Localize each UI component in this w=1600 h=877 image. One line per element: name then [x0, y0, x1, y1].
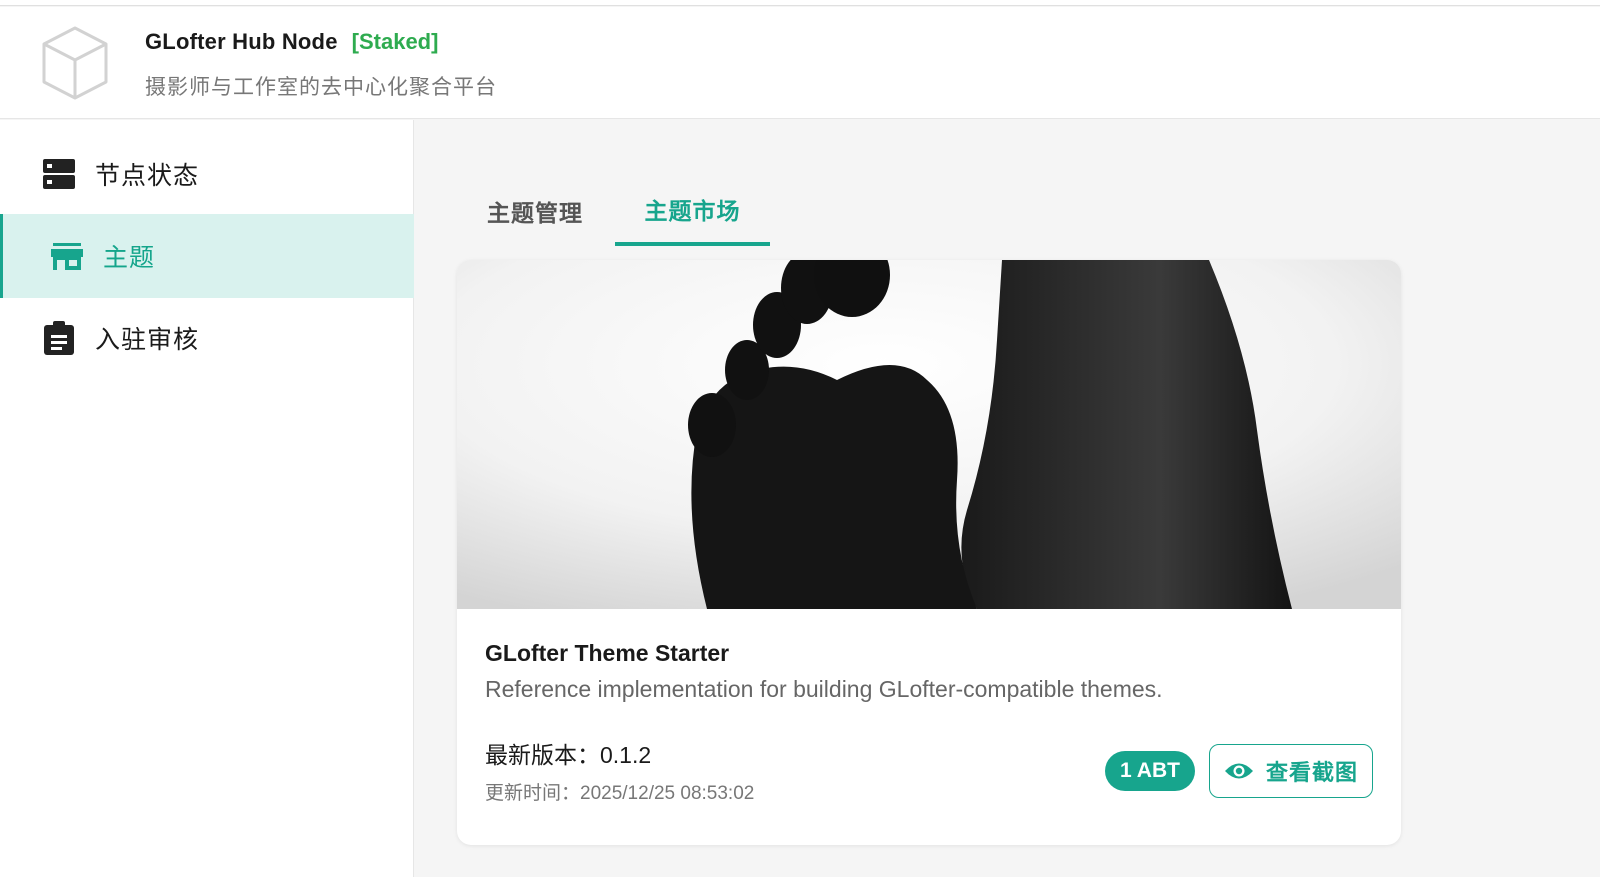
- cube-logo-icon: [42, 26, 108, 100]
- updated-value: 2025/12/25 08:53:02: [580, 783, 755, 804]
- status-badge: [Staked]: [351, 29, 439, 54]
- theme-version: 最新版本：0.1.2: [485, 736, 651, 770]
- app-header: GLofter Hub Node [Staked] 摄影师与工作室的去中心化聚合…: [0, 7, 1600, 119]
- theme-updated: 更新时间：2025/12/25 08:53:02: [485, 778, 754, 805]
- sidebar-item-onboarding-review[interactable]: 入驻审核: [0, 296, 414, 380]
- app-subtitle: 摄影师与工作室的去中心化聚合平台: [145, 75, 497, 99]
- price-badge: 1 ABT: [1105, 751, 1195, 791]
- sidebar-item-themes[interactable]: 主题: [0, 214, 414, 298]
- sidebar-item-label: 入驻审核: [95, 325, 200, 354]
- sidebar-item-label: 主题: [103, 243, 156, 272]
- clipboard-icon: [44, 321, 74, 355]
- version-label: 最新版本：: [485, 743, 600, 769]
- top-border: [0, 0, 1600, 6]
- tab-theme-market[interactable]: 主题市场: [615, 176, 770, 246]
- view-screenshots-button[interactable]: 查看截图: [1209, 744, 1373, 798]
- sidebar-item-label: 节点状态: [95, 161, 200, 190]
- version-value: 0.1.2: [600, 742, 652, 768]
- storefront-icon: [51, 243, 83, 270]
- theme-card[interactable]: GLofter Theme Starter Reference implemen…: [457, 260, 1401, 845]
- eye-icon: [1224, 763, 1253, 779]
- app-title: GLofter Hub Node: [145, 29, 338, 54]
- tab-theme-management[interactable]: 主题管理: [455, 176, 615, 246]
- view-screenshots-label: 查看截图: [1265, 761, 1358, 786]
- sidebar-item-node-status[interactable]: 节点状态: [0, 132, 414, 216]
- theme-cover-image: [457, 260, 1401, 609]
- server-icon: [43, 159, 75, 189]
- sidebar: 节点状态 主题 入驻审核: [0, 120, 414, 877]
- theme-description: Reference implementation for building GL…: [485, 676, 1163, 702]
- updated-label: 更新时间：: [485, 782, 581, 804]
- theme-title: GLofter Theme Starter: [485, 640, 730, 666]
- title-row: GLofter Hub Node [Staked]: [145, 29, 438, 55]
